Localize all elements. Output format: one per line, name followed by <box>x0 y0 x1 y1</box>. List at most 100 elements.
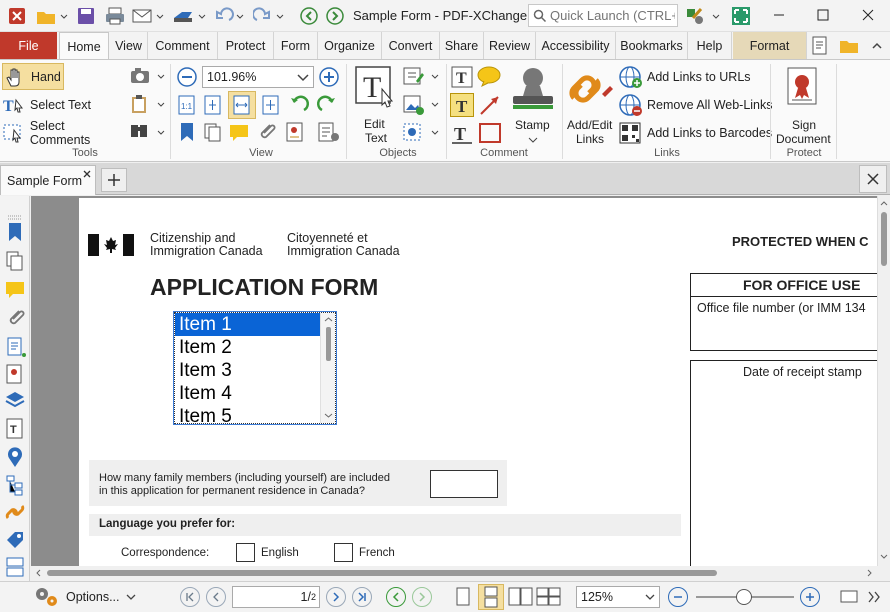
save-icon[interactable] <box>74 4 98 28</box>
destinations-panel-icon[interactable] <box>5 446 25 468</box>
tab-file[interactable]: File <box>0 32 57 59</box>
edit-text-button[interactable]: T Edit Text <box>352 63 400 147</box>
tab-help[interactable]: Help <box>688 32 732 59</box>
forward-view-button[interactable] <box>412 587 432 607</box>
list-scrollbar[interactable] <box>320 313 335 423</box>
facing-continuous-icon[interactable] <box>536 587 562 607</box>
sign-document-button[interactable]: Sign Document <box>774 64 834 148</box>
tab-home[interactable]: Home <box>59 32 109 60</box>
arrow-icon[interactable] <box>478 93 502 120</box>
select-comments-button[interactable]: Select Comments <box>2 119 128 147</box>
links-panel-icon[interactable] <box>4 502 26 522</box>
customize-icon[interactable] <box>684 4 724 28</box>
tab-bookmarks[interactable]: Bookmarks <box>616 32 688 59</box>
rectangle-icon[interactable] <box>478 121 502 148</box>
close-document-button[interactable] <box>859 165 887 193</box>
zoom-slider-thumb[interactable] <box>736 589 752 605</box>
scroll-left-icon[interactable] <box>33 567 43 579</box>
folder-icon[interactable] <box>836 34 862 58</box>
vertical-scroll-thumb[interactable] <box>881 212 887 266</box>
vertical-scrollbar[interactable] <box>877 196 890 566</box>
find-icon[interactable] <box>128 121 168 146</box>
fullscreen-icon[interactable] <box>730 4 752 28</box>
rotate-right-icon[interactable] <box>316 94 338 119</box>
tab-share[interactable]: Share <box>440 32 484 59</box>
family-count-field[interactable] <box>430 470 498 498</box>
stamp-button[interactable]: Stamp <box>508 64 560 148</box>
email-icon[interactable] <box>130 4 166 28</box>
pages-icon[interactable] <box>202 121 224 146</box>
add-edit-links-button[interactable]: Add/Edit Links <box>564 64 616 148</box>
next-page-button[interactable] <box>326 587 346 607</box>
structure-panel-icon[interactable] <box>5 474 25 496</box>
undo-icon[interactable] <box>212 4 246 28</box>
tab-accessibility[interactable]: Accessibility <box>536 32 616 59</box>
comments-pane-icon[interactable] <box>228 121 250 146</box>
more-chevron-icon[interactable] <box>866 589 884 605</box>
quick-launch-input[interactable] <box>550 8 675 23</box>
list-item[interactable]: Item 2 <box>175 336 335 359</box>
close-button[interactable] <box>846 0 890 30</box>
add-shape-icon[interactable] <box>402 121 442 148</box>
document-icon[interactable] <box>808 34 834 58</box>
facing-pages-icon[interactable] <box>508 587 534 607</box>
close-tab-icon[interactable] <box>82 169 92 179</box>
continuous-page-button[interactable] <box>478 584 504 610</box>
tab-review[interactable]: Review <box>484 32 536 59</box>
thumbnails-panel-icon[interactable] <box>5 250 25 272</box>
typewriter-icon[interactable]: T <box>450 65 474 92</box>
french-checkbox[interactable] <box>334 543 353 562</box>
remove-web-links-button[interactable]: Remove All Web-Links <box>618 92 773 118</box>
fit-page-icon[interactable] <box>202 94 224 119</box>
first-page-button[interactable] <box>180 587 200 607</box>
open-folder-icon[interactable] <box>34 4 70 28</box>
collapse-ribbon-icon[interactable] <box>868 34 886 58</box>
snapshot-icon[interactable] <box>128 65 168 90</box>
maximize-button[interactable] <box>801 0 845 30</box>
new-tab-button[interactable] <box>101 168 127 192</box>
screen-icon[interactable] <box>840 589 858 605</box>
clipboard-icon[interactable] <box>128 93 168 118</box>
layers-panel-icon[interactable] <box>4 390 26 410</box>
print-icon[interactable] <box>102 4 128 28</box>
tab-convert[interactable]: Convert <box>382 32 440 59</box>
tags-panel-icon[interactable] <box>5 530 25 550</box>
back-view-button[interactable] <box>386 587 406 607</box>
attachments-panel-icon[interactable] <box>5 308 25 328</box>
add-text-box-icon[interactable] <box>402 65 442 92</box>
rotate-left-icon[interactable] <box>288 94 310 119</box>
list-item[interactable]: Item 3 <box>175 359 335 382</box>
page-number-field[interactable]: 1 / 2 <box>232 586 320 608</box>
text-markup-icon[interactable]: T <box>450 121 474 148</box>
tab-protect[interactable]: Protect <box>218 32 274 59</box>
add-image-icon[interactable] <box>402 93 442 120</box>
fit-visible-icon[interactable] <box>260 94 282 119</box>
english-checkbox[interactable] <box>236 543 255 562</box>
bookmarks-panel-icon[interactable] <box>6 222 24 242</box>
document-view[interactable]: Citizenship and Immigration Canada Citoy… <box>31 196 877 566</box>
signatures-panel-icon[interactable] <box>5 364 25 384</box>
minimize-button[interactable] <box>757 0 801 30</box>
attachments-icon[interactable] <box>256 121 278 146</box>
articles-panel-icon[interactable]: T <box>5 418 25 440</box>
status-zoom-in-button[interactable] <box>800 587 820 607</box>
scan-icon[interactable] <box>170 4 208 28</box>
horizontal-scrollbar[interactable] <box>31 566 877 580</box>
tab-form[interactable]: Form <box>274 32 318 59</box>
tab-comment[interactable]: Comment <box>148 32 218 59</box>
bookmark-icon[interactable] <box>176 121 198 146</box>
options-button[interactable]: Options... <box>32 585 137 609</box>
scroll-up-icon[interactable] <box>878 198 890 208</box>
tab-organize[interactable]: Organize <box>318 32 382 59</box>
horizontal-scroll-thumb[interactable] <box>47 570 717 576</box>
sticky-note-icon[interactable] <box>476 65 504 92</box>
comments-panel-icon[interactable] <box>5 280 25 300</box>
scroll-right-icon[interactable] <box>865 567 875 579</box>
tab-view[interactable]: View <box>110 32 148 59</box>
content-panel-icon[interactable] <box>5 336 27 358</box>
document-tab[interactable]: Sample Form <box>0 165 96 195</box>
select-text-button[interactable]: T Select Text <box>2 92 98 118</box>
last-page-button[interactable] <box>352 587 372 607</box>
tab-format[interactable]: Format <box>733 32 807 59</box>
item-list-box[interactable]: Item 1 Item 2 Item 3 Item 4 Item 5 <box>173 311 337 425</box>
